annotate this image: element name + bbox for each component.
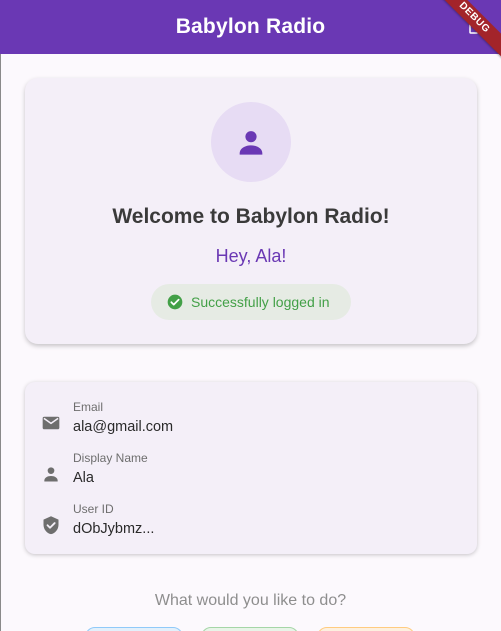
greeting-text: Hey, Ala! xyxy=(215,246,287,266)
display-name-label: Display Name xyxy=(73,451,148,465)
profile-row-display-name: Display Name Ala xyxy=(25,451,477,491)
window-edge xyxy=(0,54,1,631)
avatar xyxy=(211,102,291,182)
user-id-value: dObJybmz... xyxy=(73,521,155,537)
email-value: ala@gmail.com xyxy=(73,419,174,435)
profile-row-user-id: User ID dObJybmz... xyxy=(25,502,477,542)
welcome-title: Welcome to Babylon Radio! xyxy=(112,205,390,228)
profile-info-card: Email ala@gmail.com Display Name Ala Use… xyxy=(25,382,477,554)
display-name-value: Ala xyxy=(73,470,94,486)
person-icon xyxy=(239,131,263,155)
email-label: Email xyxy=(73,400,104,414)
welcome-card: Welcome to Babylon Radio! Hey, Ala! Succ… xyxy=(25,78,477,344)
app-bar: Babylon Radio DEBUG xyxy=(0,0,501,63)
action-button-2[interactable] xyxy=(201,627,299,631)
profile-row-email: Email ala@gmail.com xyxy=(25,400,477,440)
app-title: Babylon Radio xyxy=(175,15,326,38)
actions-prompt: What would you like to do? xyxy=(154,592,347,609)
login-status-text: Successfully logged in xyxy=(191,294,330,310)
login-status-chip: Successfully logged in xyxy=(151,284,351,320)
action-button-1[interactable] xyxy=(85,627,183,631)
user-id-label: User ID xyxy=(73,502,114,516)
email-icon xyxy=(42,416,60,430)
verified-user-icon xyxy=(43,516,59,535)
action-button-3[interactable] xyxy=(317,627,415,631)
person-icon xyxy=(44,467,58,482)
check-circle-icon xyxy=(167,294,183,310)
